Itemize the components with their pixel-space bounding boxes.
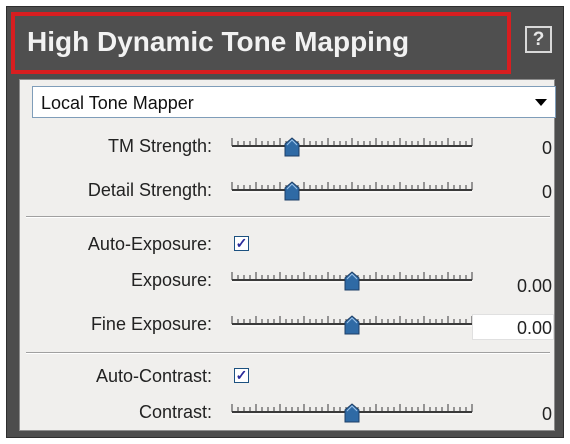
auto-exposure-checkbox[interactable]: ✓ [234, 236, 249, 251]
detail-strength-value: 0 [541, 182, 552, 202]
tm-strength-label: TM Strength: [107, 136, 212, 156]
panel-content: Local Tone Mapper TM Strength: 0 Detail … [19, 79, 556, 431]
fine-exposure-value: 0.00 [516, 318, 552, 338]
exposure-slider[interactable] [226, 268, 478, 294]
help-button[interactable]: ? [525, 26, 552, 53]
tm-strength-slider[interactable] [226, 134, 478, 160]
auto-contrast-checkbox[interactable]: ✓ [234, 368, 249, 383]
exposure-label: Exposure: [130, 270, 212, 290]
tone-mapping-panel: High Dynamic Tone Mapping ? Local Tone M… [6, 6, 564, 438]
separator [26, 352, 550, 354]
auto-exposure-label: Auto-Exposure: [87, 234, 212, 254]
detail-strength-label: Detail Strength: [87, 180, 212, 200]
contrast-value: 0 [541, 404, 552, 424]
slider-thumb[interactable] [284, 137, 300, 157]
fine-exposure-slider[interactable] [226, 312, 478, 338]
slider-thumb[interactable] [344, 315, 360, 335]
slider-thumb[interactable] [284, 181, 300, 201]
tone-mapper-selected: Local Tone Mapper [41, 93, 194, 113]
panel-title-bar: High Dynamic Tone Mapping [11, 12, 511, 74]
auto-contrast-label: Auto-Contrast: [95, 366, 212, 386]
contrast-slider[interactable] [226, 400, 478, 426]
exposure-value: 0.00 [516, 276, 552, 296]
tone-mapper-dropdown[interactable]: Local Tone Mapper [32, 86, 556, 118]
slider-thumb[interactable] [344, 403, 360, 423]
separator [26, 216, 550, 218]
slider-thumb[interactable] [344, 271, 360, 291]
fine-exposure-label: Fine Exposure: [90, 314, 212, 334]
panel-title: High Dynamic Tone Mapping [27, 26, 410, 57]
detail-strength-slider[interactable] [226, 178, 478, 204]
tm-strength-value: 0 [541, 138, 552, 158]
contrast-label: Contrast: [138, 402, 212, 422]
chevron-down-icon[interactable] [535, 99, 547, 106]
